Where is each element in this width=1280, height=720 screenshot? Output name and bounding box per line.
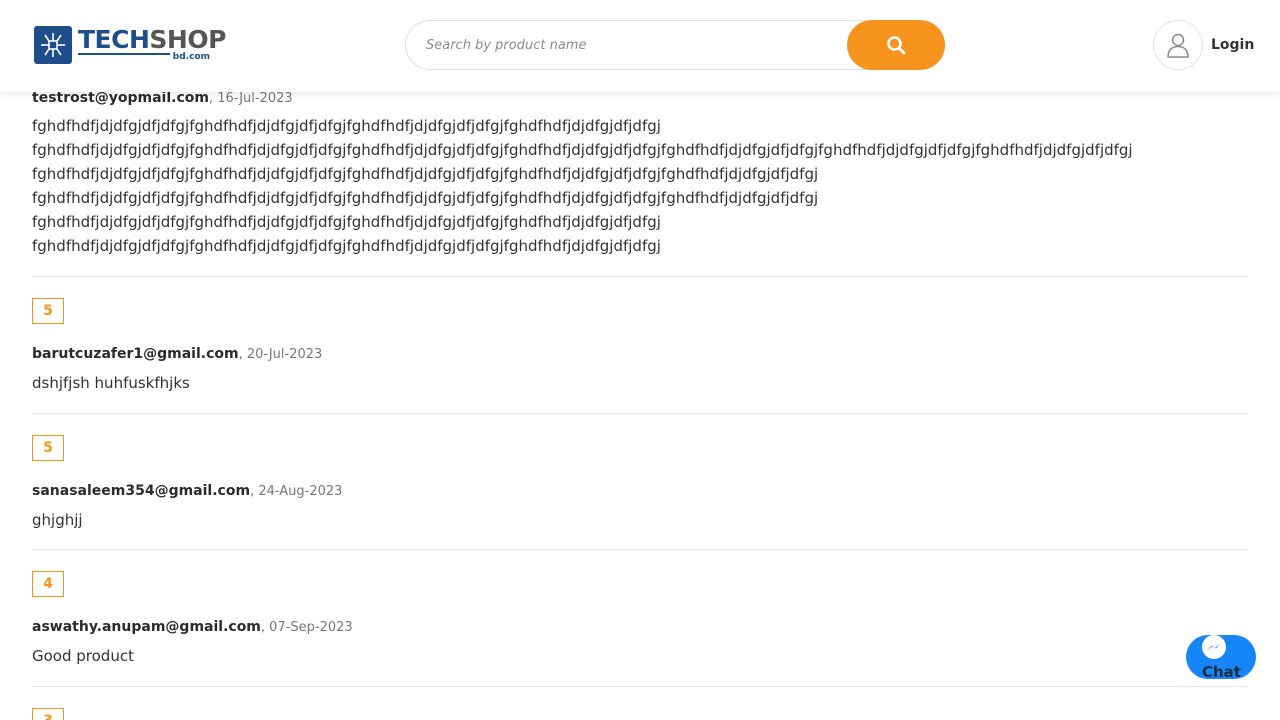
review-date: , 24-Aug-2023	[250, 484, 343, 499]
circuit-logo-icon	[34, 26, 72, 64]
review-meta: barutcuzafer1@gmail.com, 20-Jul-2023	[32, 346, 322, 362]
reviewer-email: testrost@yopmail.com	[32, 90, 209, 106]
review-text: Good product	[32, 647, 134, 665]
review-text: dshjfjsh huhfuskfhjks	[32, 374, 190, 392]
rating-badge: 5	[32, 435, 64, 461]
site-logo[interactable]: TECHSHOP bd.com	[34, 25, 226, 65]
search-icon	[887, 36, 906, 55]
review-text: fghdfhdfjdjdfgjdfjdfgjfghdfhdfjdjdfgjdfj…	[32, 117, 1133, 255]
review-divider	[32, 276, 1248, 277]
logo-subtext: bd.com	[172, 52, 210, 62]
logo-wordmark: TECHSHOP bd.com	[78, 25, 226, 65]
logo-text-shop: SHOP	[149, 25, 226, 54]
logo-underline	[78, 53, 170, 55]
review-date: , 20-Jul-2023	[238, 347, 323, 362]
messenger-icon	[1202, 635, 1226, 659]
user-avatar[interactable]	[1153, 20, 1203, 70]
search-bar	[405, 20, 945, 70]
review-text: ghjghjj	[32, 511, 83, 529]
review-meta: testrost@yopmail.com, 16-Jul-2023	[32, 90, 293, 106]
reviewer-email: aswathy.anupam@gmail.com	[32, 619, 261, 635]
review-meta: sanasaleem354@gmail.com, 24-Aug-2023	[32, 483, 342, 499]
search-button[interactable]	[847, 20, 945, 70]
review-date: , 16-Jul-2023	[208, 91, 293, 106]
review-divider	[32, 686, 1248, 687]
review-meta: aswathy.anupam@gmail.com, 07-Sep-2023	[32, 619, 353, 635]
login-link[interactable]: Login	[1211, 37, 1254, 53]
chat-label: Chat	[1202, 663, 1241, 681]
review-date: , 07-Sep-2023	[260, 620, 353, 635]
reviewer-email: sanasaleem354@gmail.com	[32, 483, 251, 499]
user-icon	[1167, 33, 1189, 58]
reviewer-email: barutcuzafer1@gmail.com	[32, 346, 239, 362]
search-input[interactable]	[426, 21, 846, 69]
messenger-chat-button[interactable]: Chat	[1186, 635, 1256, 681]
logo-text-tech: TECH	[78, 25, 150, 54]
review-divider	[32, 413, 1248, 414]
rating-badge: 4	[32, 571, 64, 597]
rating-badge: 3	[32, 708, 64, 720]
review-divider	[32, 549, 1248, 550]
rating-badge: 5	[32, 298, 64, 324]
site-header: TECHSHOP bd.com Login	[0, 0, 1280, 92]
account-area: Login	[1153, 20, 1254, 70]
